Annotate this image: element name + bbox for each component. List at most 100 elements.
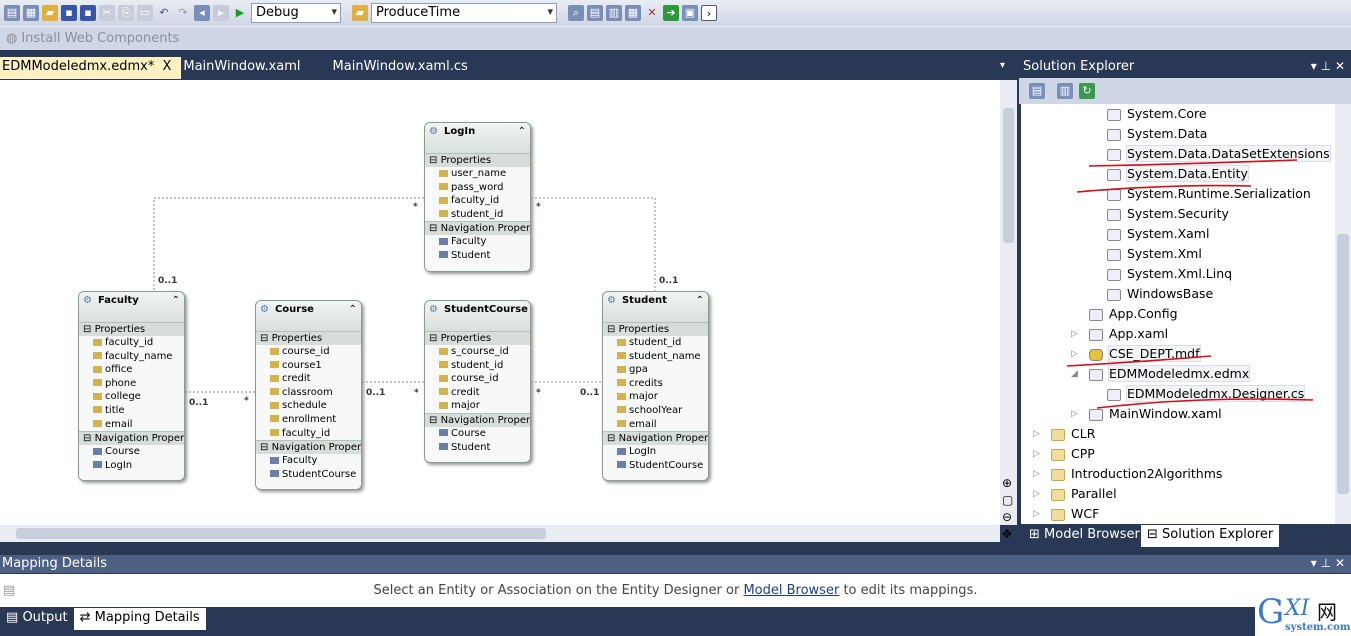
scalar-property[interactable]: student_id xyxy=(425,207,530,222)
navigation-section-header[interactable]: ⊟ Navigation Proper... xyxy=(425,221,530,236)
collapse-icon[interactable]: ⌃ xyxy=(172,295,180,319)
tree-item[interactable]: ▷ MainWindow.xaml xyxy=(1071,404,1222,424)
tree-item[interactable]: WindowsBase xyxy=(1107,284,1213,304)
tree-item[interactable]: ▷ WCF xyxy=(1033,504,1099,524)
scalar-property[interactable]: schedule xyxy=(256,399,361,413)
class-view-icon[interactable]: ▦ xyxy=(625,5,641,21)
tab-mainwindow-xaml-cs[interactable]: MainWindow.xaml.cs xyxy=(331,57,478,79)
collapse-icon[interactable]: ⌃ xyxy=(696,295,704,319)
object-browser-icon[interactable]: ▥ xyxy=(606,5,622,21)
scalar-property[interactable]: student_id xyxy=(425,358,530,373)
tree-item[interactable]: EDMModeledmx.Designer.cs xyxy=(1107,384,1306,404)
navigation-section-header[interactable]: ⊟ Navigation Proper... xyxy=(603,431,708,446)
scalar-property[interactable]: student_id xyxy=(603,336,708,350)
solution-configuration-select[interactable]: Debug xyxy=(251,3,341,23)
scalar-property[interactable]: schoolYear xyxy=(603,403,708,418)
expand-icon[interactable]: ▷ xyxy=(1071,324,1081,344)
scalar-property[interactable]: email xyxy=(603,417,708,432)
navigation-section-header[interactable]: ⊟ Navigation Proper... xyxy=(79,431,184,446)
save-all-icon[interactable]: ▪ xyxy=(80,5,96,21)
expand-icon[interactable]: ▷ xyxy=(1033,424,1043,444)
scalar-property[interactable]: phone xyxy=(79,376,184,391)
tree-item[interactable]: System.Runtime.Serialization xyxy=(1107,184,1311,204)
refresh-icon[interactable]: ↻ xyxy=(1079,83,1095,99)
scalar-property[interactable]: student_name xyxy=(603,349,708,364)
copy-icon[interactable]: ⎘ xyxy=(118,5,134,21)
scalar-property[interactable]: faculty_id xyxy=(425,194,530,208)
zoom-out-icon[interactable]: ⊖ xyxy=(1002,509,1013,526)
scalar-property[interactable]: course_id xyxy=(256,345,361,359)
scalar-property[interactable]: major xyxy=(603,390,708,404)
pin-icon[interactable]: ⊥ xyxy=(1321,556,1331,570)
scalar-property[interactable]: college xyxy=(79,390,184,404)
tree-item[interactable]: ◢ EDMModeledmx.edmx xyxy=(1071,364,1251,384)
navigation-section-header[interactable]: ⊟ Navigation Proper... xyxy=(425,412,530,427)
navigation-property[interactable]: LogIn xyxy=(79,458,184,473)
startup-project-select[interactable]: ProduceTime xyxy=(371,3,557,23)
tab-edmx[interactable]: EDMModeledmx.edmx* X xyxy=(0,57,182,79)
tree-item[interactable]: App.Config xyxy=(1089,304,1178,324)
tab-output[interactable]: ▤ Output xyxy=(0,608,74,630)
properties-section-header[interactable]: ⊟ Properties xyxy=(603,322,708,336)
tab-model-browser[interactable]: ⊞ Model Browser xyxy=(1023,525,1146,547)
tab-overflow-icon[interactable]: ▾ xyxy=(1000,60,1005,71)
close-icon[interactable]: ✕ xyxy=(1335,59,1345,73)
tab-solution-explorer[interactable]: ⊟ Solution Explorer xyxy=(1141,525,1280,547)
tree-item[interactable]: ▷ CSE_DEPT.mdf xyxy=(1071,344,1201,364)
close-tab-icon[interactable]: X xyxy=(162,59,171,74)
tree-item[interactable]: ▷ CLR xyxy=(1033,424,1095,444)
scalar-property[interactable]: user_name xyxy=(425,167,530,181)
entity-student[interactable]: ⚙ Student ⌃ ⊟ Properties student_id student_n… xyxy=(602,291,709,482)
navigation-property[interactable]: Faculty xyxy=(256,454,361,468)
entity-course[interactable]: ⚙ Course ⌃ ⊟ Properties course_id course1 cred… xyxy=(255,300,362,491)
start-page-icon[interactable]: ➔ xyxy=(663,5,679,21)
model-browser-link[interactable]: Model Browser xyxy=(743,583,839,598)
navigation-property[interactable]: Student xyxy=(425,248,530,263)
tree-item[interactable]: System.Xml.Linq xyxy=(1107,264,1232,284)
tree-item[interactable]: System.Security xyxy=(1107,204,1229,224)
tree-item[interactable]: ▷ App.xaml xyxy=(1071,324,1168,344)
navigation-property[interactable]: Student xyxy=(425,440,530,455)
scalar-property[interactable]: course1 xyxy=(256,358,361,373)
properties-section-header[interactable]: ⊟ Properties xyxy=(425,153,530,167)
expand-icon[interactable]: ▷ xyxy=(1033,504,1043,524)
scalar-property[interactable]: title xyxy=(79,403,184,418)
canvas-horizontal-scrollbar[interactable] xyxy=(0,525,1000,542)
scalar-property[interactable]: faculty_id xyxy=(79,336,184,350)
tree-item[interactable]: System.Core xyxy=(1107,104,1207,124)
entity-faculty[interactable]: ⚙ Faculty ⌃ ⊟ Properties faculty_id faculty_n… xyxy=(78,291,185,482)
tree-item[interactable]: ▷ Parallel xyxy=(1033,484,1117,504)
zoom-in-icon[interactable]: ⊕ xyxy=(1002,475,1013,492)
scalar-property[interactable]: email xyxy=(79,417,184,432)
scalar-property[interactable]: faculty_id xyxy=(256,426,361,441)
expand-icon[interactable]: ▷ xyxy=(1033,484,1043,504)
expand-icon[interactable]: ▷ xyxy=(1071,404,1081,424)
scalar-property[interactable]: enrollment xyxy=(256,412,361,427)
navigation-property[interactable]: StudentCourse xyxy=(256,467,361,482)
navigation-property[interactable]: Course xyxy=(425,426,530,441)
redo-icon[interactable]: ↷ xyxy=(175,5,191,21)
solution-explorer-scrollbar[interactable] xyxy=(1335,104,1351,524)
tab-mainwindow-xaml[interactable]: MainWindow.xaml xyxy=(181,57,330,79)
collapse-icon[interactable]: ⌃ xyxy=(349,304,357,328)
find-in-files-icon[interactable]: ⌕ xyxy=(568,5,584,21)
save-icon[interactable]: ▪ xyxy=(61,5,77,21)
tree-item[interactable]: ▷ CPP xyxy=(1033,444,1095,464)
navigate-backward-icon[interactable]: ◂ xyxy=(194,5,210,21)
dropdown-icon[interactable]: ▾ xyxy=(1311,59,1317,73)
navigation-property[interactable]: Faculty xyxy=(425,235,530,249)
navigate-forward-icon[interactable]: ▸ xyxy=(213,5,229,21)
expand-icon[interactable]: ▷ xyxy=(1033,464,1043,484)
toolbox-icon[interactable]: ✕ xyxy=(644,5,660,21)
scalar-property[interactable]: office xyxy=(79,363,184,377)
properties-icon[interactable]: ▤ xyxy=(587,5,603,21)
scalar-property[interactable]: faculty_name xyxy=(79,349,184,364)
scalar-property[interactable]: major xyxy=(425,399,530,413)
pan-icon[interactable]: ✥ xyxy=(1002,526,1013,543)
scalar-property[interactable]: gpa xyxy=(603,363,708,377)
properties-section-header[interactable]: ⊟ Properties xyxy=(425,331,530,345)
scalar-property[interactable]: credit xyxy=(256,372,361,386)
command-window-icon[interactable]: › xyxy=(701,5,717,21)
entity-studentcourse[interactable]: ⚙StudentCourse⌃⊟ Propertiess_course_idst… xyxy=(424,300,531,464)
navigation-property[interactable]: StudentCourse xyxy=(603,458,708,473)
